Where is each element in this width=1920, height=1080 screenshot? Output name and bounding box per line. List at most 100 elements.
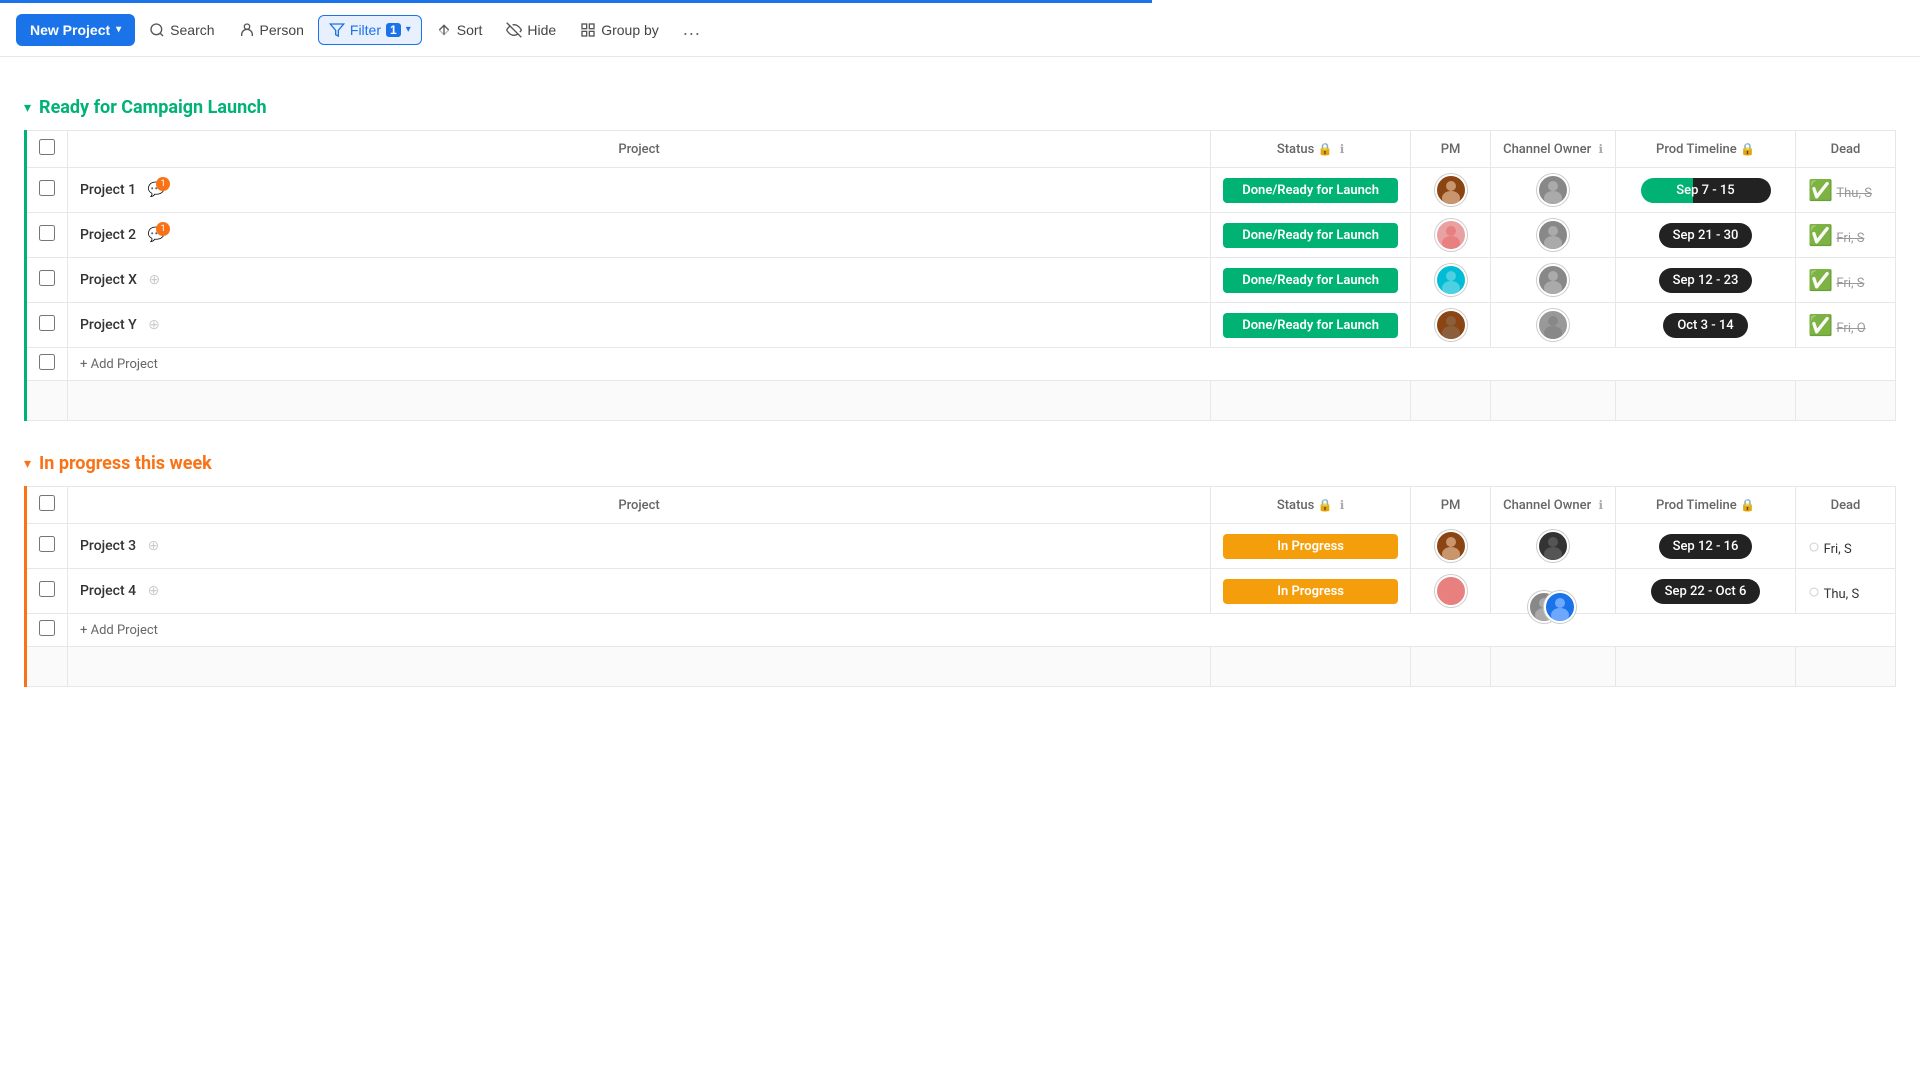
deadline-cell: ✅ Fri, S <box>1796 258 1896 303</box>
group-by-icon <box>580 22 596 38</box>
group-header-inprogress: ▾ In progress this week <box>24 453 1896 474</box>
row-checkbox[interactable] <box>39 270 55 286</box>
more-dots-icon: ... <box>683 19 701 39</box>
deadline-check-icon: ✅ <box>1808 268 1833 292</box>
timeline-cell: Sep 22 - Oct 6 <box>1616 569 1796 614</box>
timeline-cell: Sep 21 - 30 <box>1616 213 1796 258</box>
chat-icon-blue[interactable]: 💬 1 <box>148 182 165 198</box>
status-cell: Done/Ready for Launch <box>1211 303 1411 348</box>
sort-button[interactable]: Sort <box>426 16 493 44</box>
filter-count-badge: 1 <box>386 23 401 37</box>
avatar <box>1537 530 1569 562</box>
th-status-ready: Status 🔒 ℹ <box>1211 131 1411 168</box>
person-button[interactable]: Person <box>229 16 314 44</box>
pm-cell <box>1411 213 1491 258</box>
row-checkbox[interactable] <box>39 315 55 331</box>
table-ready: Project Status 🔒 ℹ PM Channel Owner ℹ Pr… <box>24 130 1896 421</box>
project-name-cell: Project 4 ⊕ <box>68 569 1211 614</box>
deadline-check-icon: ✅ <box>1808 178 1833 202</box>
add-project-row[interactable]: + Add Project <box>26 348 1896 381</box>
table-row: Project 1 💬 1 Done/Ready for Launch <box>26 168 1896 213</box>
project-name-cell: Project X ⊕ <box>68 258 1211 303</box>
new-project-button[interactable]: New Project ▾ <box>16 14 135 46</box>
timeline-cell: Sep 12 - 23 <box>1616 258 1796 303</box>
sort-label: Sort <box>457 22 483 38</box>
chat-icon[interactable]: ⊕ <box>148 538 160 554</box>
th-pm-ready: PM <box>1411 131 1491 168</box>
table-header-inprogress: Project Status 🔒 ℹ PM Channel Owner ℹ Pr… <box>26 487 1896 524</box>
add-project-label[interactable]: + Add Project <box>68 348 1896 381</box>
pm-cell <box>1411 569 1491 614</box>
row-check <box>26 213 68 258</box>
chat-icon-blue[interactable]: 💬 1 <box>148 227 165 243</box>
group-header-ready: ▾ Ready for Campaign Launch <box>24 97 1896 118</box>
add-checkbox[interactable] <box>39 620 55 636</box>
status-cell: In Progress <box>1211 569 1411 614</box>
add-checkbox[interactable] <box>39 354 55 370</box>
status-badge: Done/Ready for Launch <box>1223 268 1398 293</box>
th-pm-inprogress: PM <box>1411 487 1491 524</box>
pm-cell <box>1411 303 1491 348</box>
status-cell: Done/Ready for Launch <box>1211 168 1411 213</box>
timeline-pill: Sep 21 - 30 <box>1659 223 1753 248</box>
deadline-cell: ○ Thu, S <box>1796 569 1896 614</box>
select-all-inprogress[interactable] <box>39 495 55 511</box>
row-checkbox[interactable] <box>39 536 55 552</box>
row-check <box>26 524 68 569</box>
group-by-button[interactable]: Group by <box>570 16 669 44</box>
sort-icon <box>436 22 452 38</box>
deadline-cell: ✅ Fri, S <box>1796 213 1896 258</box>
more-options-button[interactable]: ... <box>673 13 711 46</box>
status-cell: In Progress <box>1211 524 1411 569</box>
channel-cell <box>1491 258 1616 303</box>
th-deadline-inprogress: Dead <box>1796 487 1896 524</box>
row-checkbox[interactable] <box>39 581 55 597</box>
group-chevron-ready[interactable]: ▾ <box>24 100 31 116</box>
chat-icon[interactable]: ⊕ <box>148 583 160 599</box>
main-content: ▾ Ready for Campaign Launch Project Stat… <box>0 57 1920 711</box>
search-button[interactable]: Search <box>139 16 224 44</box>
status-cell: Done/Ready for Launch <box>1211 213 1411 258</box>
avatar <box>1544 591 1576 623</box>
group-chevron-inprogress[interactable]: ▾ <box>24 456 31 472</box>
table-inprogress: Project Status 🔒 ℹ PM Channel Owner ℹ Pr… <box>24 486 1896 687</box>
avatar <box>1435 309 1467 341</box>
filter-button[interactable]: Filter 1 ▾ <box>318 15 422 45</box>
row-check <box>26 258 68 303</box>
chat-icon[interactable]: ⊕ <box>148 272 160 288</box>
deadline-text: Fri, S <box>1836 231 1864 246</box>
project-name-cell: Project Y ⊕ <box>68 303 1211 348</box>
table-row: Project 2 💬 1 Done/Ready for Launch <box>26 213 1896 258</box>
channel-info-icon: ℹ <box>1598 142 1603 156</box>
status-info-icon: ℹ <box>1340 142 1345 156</box>
status-badge: Done/Ready for Launch <box>1223 223 1398 248</box>
chat-icon[interactable]: ⊕ <box>148 317 160 333</box>
table-row: Project Y ⊕ Done/Ready for Launch <box>26 303 1896 348</box>
filter-icon <box>329 22 345 38</box>
channel-cell <box>1491 524 1616 569</box>
status-badge: Done/Ready for Launch <box>1223 313 1398 338</box>
timeline-pill: Sep 7 - 15 <box>1641 178 1771 203</box>
deadline-cell: ✅ Fri, O <box>1796 303 1896 348</box>
row-checkbox[interactable] <box>39 225 55 241</box>
row-checkbox[interactable] <box>39 180 55 196</box>
group-title-ready: Ready for Campaign Launch <box>39 97 267 118</box>
add-project-row[interactable]: + Add Project <box>26 614 1896 647</box>
project-name-cell: Project 3 ⊕ <box>68 524 1211 569</box>
deadline-check-icon: ✅ <box>1808 223 1833 247</box>
channel-cell <box>1491 303 1616 348</box>
add-check <box>26 348 68 381</box>
status-badge: In Progress <box>1223 579 1398 604</box>
hide-button[interactable]: Hide <box>496 16 566 44</box>
pm-cell <box>1411 168 1491 213</box>
add-check <box>26 614 68 647</box>
deadline-text: Fri, S <box>1824 542 1852 557</box>
pm-cell <box>1411 524 1491 569</box>
add-project-label-2[interactable]: + Add Project <box>68 614 1896 647</box>
select-all-ready[interactable] <box>39 139 55 155</box>
deadline-cell: ○ Fri, S <box>1796 524 1896 569</box>
project-name: Project 2 <box>80 227 136 243</box>
channel-info-icon2: ℹ <box>1598 498 1603 512</box>
avatar <box>1435 530 1467 562</box>
timeline-pill: Sep 22 - Oct 6 <box>1651 579 1761 604</box>
